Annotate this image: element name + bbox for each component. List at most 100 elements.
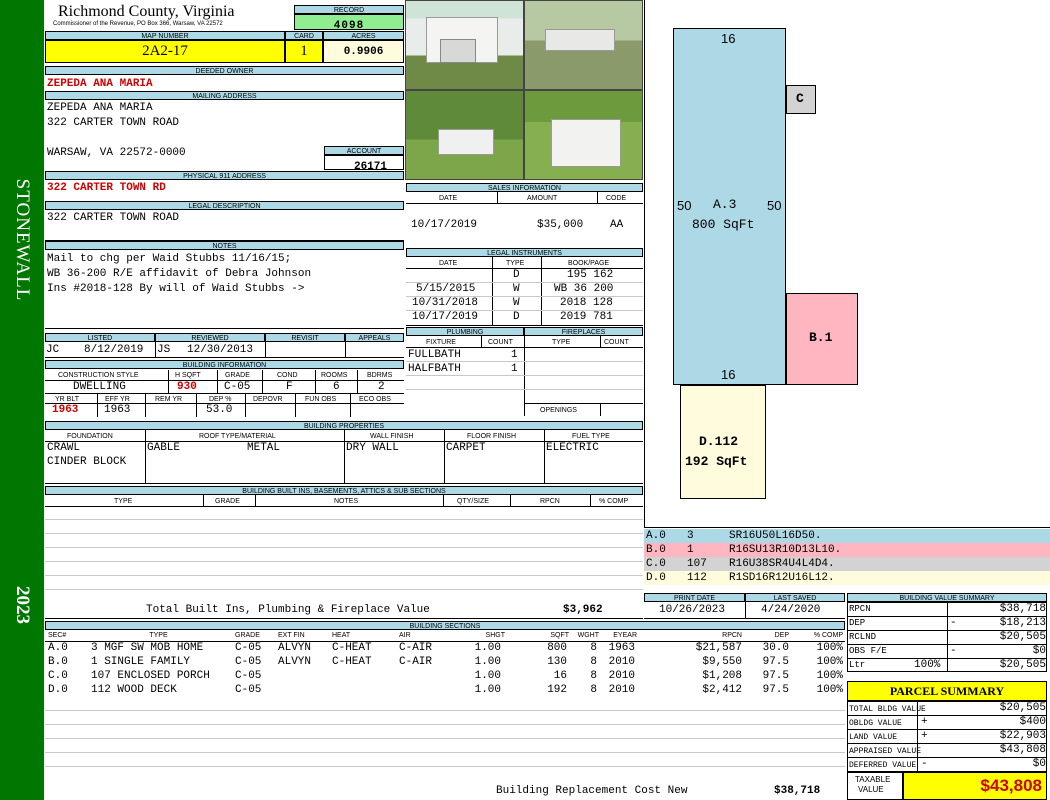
instrument-row-1: D 195 162	[406, 269, 643, 283]
note-line-1: Mail to chg per Waid Stubbs 11/16/15;	[47, 253, 292, 265]
instrument-date: 5/15/2015	[416, 283, 476, 295]
fireplace-count-header: COUNT	[604, 339, 629, 346]
roof-material: METAL	[247, 442, 281, 454]
reviewed-date: 12/30/2013	[187, 344, 254, 356]
instrument-date-header: DATE	[439, 260, 458, 267]
legend-num: 107	[687, 558, 707, 570]
roof-type: GABLE	[147, 442, 181, 454]
bvs-dep-label: DEP	[849, 618, 866, 628]
section-col-header: HEAT	[332, 632, 351, 639]
section-comp: 100%	[816, 684, 843, 696]
instruments-label: LEGAL INSTRUMENTS	[406, 248, 643, 257]
obldg-value: $400	[1019, 716, 1046, 728]
legend-path: R16U38SR4U4L4D4.	[729, 558, 835, 570]
builtin-qty-header: QTY/SIZE	[457, 498, 489, 505]
print-date: 10/26/2023	[659, 604, 726, 616]
instrument-book: WB 36 200	[554, 283, 614, 295]
built-ins-label: BUILDING BUILT INS, BASEMENTS, ATTICS & …	[45, 486, 643, 495]
instrument-date: 10/31/2018	[412, 297, 479, 309]
section-shgt: 1.00	[474, 670, 501, 682]
section-air: C-AIR	[399, 642, 433, 654]
listed-label: LISTED	[45, 333, 155, 342]
section-rpcn: $2,412	[702, 684, 742, 696]
building-properties-label: BUILDING PROPERTIES	[45, 421, 643, 430]
floor-finish: CARPET	[446, 442, 486, 454]
section-shgt: 1.00	[474, 642, 501, 654]
instrument-row-2: 5/15/2015 W WB 36 200	[406, 283, 643, 297]
year-built: 1963	[52, 404, 79, 416]
legend-num: 112	[687, 572, 707, 584]
instrument-type-header: TYPE	[506, 260, 525, 267]
section-eyear: 2010	[608, 684, 635, 696]
physical-address: 322 CARTER TOWN RD	[47, 182, 166, 194]
section-eyear: 2010	[608, 656, 635, 668]
depreciation: 53.0	[206, 404, 233, 416]
last-saved-label: LAST SAVED	[745, 593, 845, 602]
bvs-dep: $18,213	[999, 617, 1046, 629]
revisit-label: REVISIT	[265, 333, 345, 342]
section-wght: 8	[590, 656, 597, 668]
legend-num: 3	[687, 530, 694, 542]
physical-address-label: PHYSICAL 911 ADDRESS	[45, 171, 404, 180]
section-wght: 8	[590, 670, 597, 682]
foundation-2: CINDER BLOCK	[47, 456, 127, 468]
sale-amount: $35,000	[537, 219, 584, 231]
section-dep: 97.5	[762, 684, 789, 696]
sales-code-header: CODE	[606, 195, 627, 202]
acres-value: 0.9906	[343, 46, 384, 58]
property-photo-2[interactable]	[524, 0, 643, 90]
section-type: 3 MGF SW MOB HOME	[91, 642, 204, 654]
deeded-owner: ZEPEDA ANA MARIA	[47, 78, 153, 90]
building-info-label: BUILDING INFORMATION	[45, 360, 404, 369]
plumbing-count-header: COUNT	[488, 339, 513, 346]
section-grade: C-05	[235, 684, 262, 696]
section-dep: 97.5	[762, 656, 789, 668]
builtins-total-label: Total Built Ins, Plumbing & Fireplace Va…	[146, 604, 430, 616]
bvs-rpcn-label: RPCN	[849, 604, 871, 614]
sale-date: 10/17/2019	[411, 219, 478, 231]
county-title: Richmond County, Virginia	[58, 3, 235, 20]
construction-style-header: CONSTRUCTION STYLE	[58, 372, 139, 379]
card-box: 1	[285, 40, 323, 63]
foundation-1: CRAWL	[47, 442, 81, 454]
taxable-value: $43,808	[980, 776, 1042, 795]
builtin-rpcn-header: RPCN	[540, 498, 560, 505]
wall-finish: DRY WALL	[346, 442, 399, 454]
fixture-header: FIXTURE	[426, 339, 456, 346]
sketch-a-bottom-dim: 16	[721, 367, 736, 382]
builtin-notes-header: NOTES	[334, 498, 359, 505]
replacement-cost: $38,718	[774, 785, 821, 797]
builtin-type-header: TYPE	[114, 498, 133, 505]
sections-table: A.0 3 MGF SW MOB HOME C-05 ALVYN C-HEAT C-AIR…	[45, 642, 845, 698]
sales-label: SALES INFORMATION	[406, 183, 643, 192]
land-label: LAND VALUE	[849, 733, 898, 742]
property-photo-1[interactable]	[405, 0, 524, 90]
builtin-grade-header: GRADE	[215, 498, 240, 505]
legend-code: A.0	[646, 530, 666, 542]
sales-amount-header: AMOUNT	[527, 195, 558, 202]
sketch-a-top-dim: 16	[721, 31, 736, 46]
section-col-header: AIR	[399, 632, 411, 639]
section-col-header: TYPE	[149, 632, 168, 639]
section-rpcn: $21,587	[695, 642, 742, 654]
sketch-a-right-dim: 50	[767, 198, 782, 213]
sketch-c-label: C	[796, 91, 804, 106]
listed-date: 8/12/2019	[84, 344, 144, 356]
legend-row-a	[644, 529, 1050, 543]
wall-finish-header: WALL FINISH	[370, 433, 414, 440]
section-col-header: SHGT	[485, 632, 505, 639]
record-label: RECORD	[294, 5, 404, 14]
floor-finish-header: FLOOR FINISH	[467, 433, 517, 440]
instrument-book-header: BOOK/PAGE	[568, 260, 610, 267]
legal-description: 322 CARTER TOWN ROAD	[47, 212, 180, 224]
taxable-label-2: VALUE	[858, 785, 884, 794]
legend-path: R16SU13R10D13L10.	[729, 544, 842, 556]
property-photo-4[interactable]	[524, 90, 643, 180]
instrument-row-3: 10/31/2018 W 2018 128	[406, 297, 643, 311]
section-dep: 97.5	[762, 670, 789, 682]
total-bldg-label: TOTAL BLDG VALUE	[849, 705, 926, 714]
section-wght: 8	[590, 684, 597, 696]
property-photo-3[interactable]	[405, 90, 524, 180]
section-row: A.0 3 MGF SW MOB HOME C-05 ALVYN C-HEAT C-AIR…	[45, 642, 845, 656]
replacement-cost-label: Building Replacement Cost New	[496, 785, 688, 797]
